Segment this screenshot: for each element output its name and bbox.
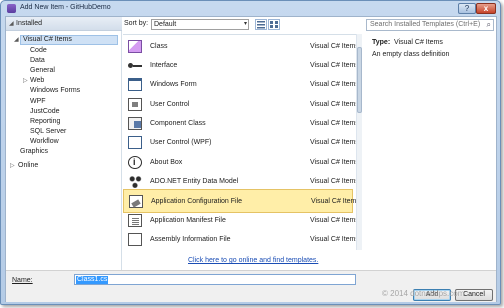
type-label: Type:	[372, 39, 391, 46]
tree-item-code[interactable]: Code	[30, 46, 47, 56]
tree-item-justcode[interactable]: JustCode	[30, 107, 60, 117]
template-language: Visual C# Items	[310, 236, 359, 243]
template-list-scrollbar[interactable]	[356, 34, 362, 250]
tree-header-label: Installed	[16, 20, 43, 27]
search-placeholder: Search Installed Templates (Ctrl+E)	[370, 21, 481, 28]
list-view-icon	[257, 21, 265, 29]
template-list: Class Visual C# Items Interface Visual C…	[123, 34, 361, 250]
type-value: Visual C# Items	[394, 39, 443, 46]
search-input[interactable]: Search Installed Templates (Ctrl+E) ⌕	[366, 19, 494, 31]
template-language: Visual C# Items	[310, 81, 359, 88]
tree-item-windows-forms[interactable]: Windows Forms	[30, 86, 80, 96]
category-tree: ◢ Installed ◢ Visual C# Items Code Data …	[6, 17, 122, 270]
template-language: Visual C# Items	[310, 159, 359, 166]
tree-header-installed[interactable]: ◢ Installed	[6, 17, 122, 31]
expand-arrow-icon[interactable]: ▷	[10, 161, 16, 171]
details-pane: Type: Visual C# Items An empty class def…	[366, 34, 494, 270]
template-name: Application Manifest File	[150, 217, 226, 224]
tree-item-reporting[interactable]: Reporting	[30, 117, 60, 127]
component-class-icon	[128, 117, 142, 130]
name-field[interactable]: Class1.cs	[74, 274, 356, 285]
class-icon	[128, 40, 142, 53]
find-templates-online-link[interactable]: Click here to go online and find templat…	[188, 257, 318, 264]
tree-item-workflow[interactable]: Workflow	[30, 137, 59, 147]
scrollbar-thumb[interactable]	[357, 47, 362, 113]
tree-item-online[interactable]: Online	[18, 161, 38, 171]
tree-item-data[interactable]: Data	[30, 56, 45, 66]
add-new-item-dialog: Add New Item - GitHubDemo ? x ◢ Installe…	[0, 0, 501, 305]
template-name: ADO.NET Entity Data Model	[150, 178, 239, 185]
template-row-assembly-information-file[interactable]: Assembly Information File Visual C# Item…	[123, 228, 359, 250]
expand-arrow-icon[interactable]: ▷	[23, 76, 29, 86]
sort-label: Sort by:	[124, 20, 149, 27]
assembly-info-icon	[128, 233, 142, 246]
tree-item-visual-csharp-items[interactable]: Visual C# Items	[20, 35, 118, 45]
collapse-arrow-icon: ◢	[9, 21, 14, 27]
wpf-user-control-icon	[128, 136, 142, 149]
template-language: Visual C# Items	[310, 101, 359, 108]
chevron-down-icon: ▾	[243, 21, 247, 27]
dialog-body: ◢ Installed ◢ Visual C# Items Code Data …	[5, 16, 497, 302]
template-name: About Box	[150, 159, 183, 166]
template-language: Visual C# Items	[310, 43, 359, 50]
close-button[interactable]: x	[476, 3, 496, 14]
template-name: Application Configuration File	[151, 198, 243, 205]
template-name: User Control	[150, 101, 190, 108]
template-name: Windows Form	[150, 81, 197, 88]
template-name: Interface	[150, 62, 178, 69]
help-button[interactable]: ?	[458, 3, 476, 14]
tree-item-web[interactable]: Web	[30, 76, 44, 86]
window-title: Add New Item - GitHubDemo	[20, 4, 111, 11]
sort-value: Default	[154, 21, 177, 28]
title-bar[interactable]: Add New Item - GitHubDemo ? x	[1, 1, 500, 16]
name-label: Name:	[12, 277, 33, 284]
template-name: Assembly Information File	[150, 236, 231, 243]
tree-item-wpf[interactable]: WPF	[30, 97, 46, 107]
template-language: Visual C# Items	[310, 217, 359, 224]
template-language: Visual C# Items	[311, 198, 360, 205]
config-file-icon	[129, 195, 143, 208]
tree-item-label: Visual C# Items	[23, 36, 72, 43]
tree-item-general[interactable]: General	[30, 66, 55, 76]
about-box-icon	[128, 156, 142, 169]
search-icon: ⌕	[486, 20, 491, 29]
template-name: User Control (WPF)	[150, 139, 212, 146]
interface-icon	[128, 59, 142, 72]
watermark-text: © 2014 dotnetalps.com	[382, 289, 465, 298]
entity-data-model-icon	[128, 175, 142, 188]
grid-view-icon	[270, 21, 278, 28]
visual-studio-icon	[7, 4, 16, 13]
template-description: An empty class definition	[372, 51, 450, 58]
name-field-value: Class1.cs	[76, 276, 109, 284]
manifest-file-icon	[128, 214, 142, 227]
template-language: Visual C# Items	[310, 120, 359, 127]
sort-dropdown[interactable]: Default ▾	[151, 19, 249, 30]
user-control-icon	[128, 98, 142, 111]
tree-item-sql-server[interactable]: SQL Server	[30, 127, 66, 137]
template-language: Visual C# Items	[310, 139, 359, 146]
template-name: Class	[150, 43, 168, 50]
tree-item-graphics[interactable]: Graphics	[20, 147, 48, 157]
template-name: Component Class	[150, 120, 206, 127]
template-language: Visual C# Items	[310, 178, 359, 185]
large-icons-view-button[interactable]	[268, 19, 280, 30]
windows-form-icon	[128, 78, 142, 91]
template-language: Visual C# Items	[310, 62, 359, 69]
small-icons-view-button[interactable]	[255, 19, 267, 30]
